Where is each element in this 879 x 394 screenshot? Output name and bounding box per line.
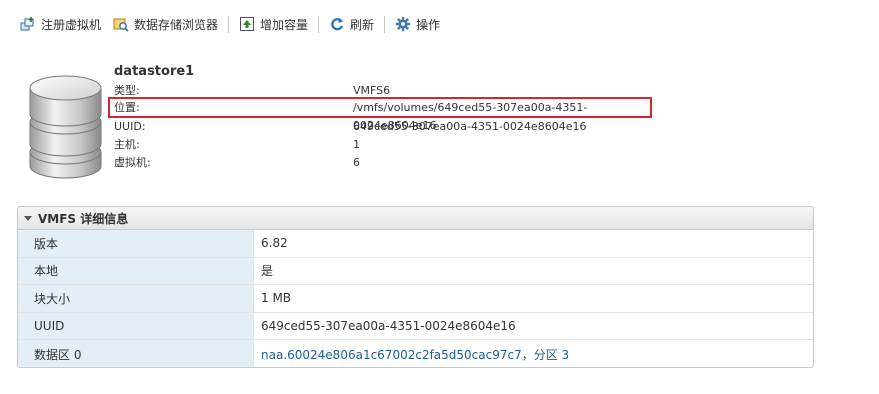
device-extent-link[interactable]: naa.60024e806a1c67002c2fa5d50cac97c7，分区 … [261,346,569,363]
collapse-caret-icon[interactable] [24,215,32,221]
increase-capacity-icon [240,17,255,31]
refresh-label: 刷新 [350,17,375,32]
toolbar-separator [318,15,320,33]
vmfs-details-title: VMFS 详细信息 [38,211,129,226]
database-icon [29,75,102,179]
toolbar-separator [228,15,230,33]
datastore-summary-page: 注册虚拟机 数据存储浏览器 增加容量 刷新 操作 datastore1 类型: … [0,0,879,394]
property-value: 1 [353,138,360,151]
property-uuid-row: UUID: 649ced55-307ea00a-4351-0024e8604e1… [114,118,654,136]
detail-key: 版本 [18,230,254,257]
refresh-icon [331,18,344,31]
table-row: 版本 6.82 [18,230,813,258]
table-row: 本地 是 [18,257,813,286]
detail-value: 是 [261,264,274,279]
detail-key: UUID [18,312,254,340]
detail-value: 6.82 [261,236,288,251]
register-vm-icon [20,17,34,31]
detail-key: 数据区 0 [18,340,254,367]
property-value: 6 [353,156,360,169]
datastore-browser-label: 数据存储浏览器 [134,17,219,32]
property-vms-row: 虚拟机: 6 [114,154,654,172]
datastore-browser-button[interactable]: 数据存储浏览器 [113,13,218,35]
table-row: 块大小 1 MB [18,285,813,313]
location-highlight-box [108,97,652,118]
increase-capacity-button[interactable]: 增加容量 [239,13,308,35]
table-row: 数据区 0 naa.60024e806a1c67002c2fa5d50cac97… [18,340,813,367]
detail-value: naa.60024e806a1c67002c2fa5d50cac97c7，分区 … [254,340,569,367]
actions-label: 操作 [416,17,441,32]
property-label: UUID: [114,120,146,133]
register-vm-button[interactable]: 注册虚拟机 [20,13,101,35]
property-hosts-row: 主机: 1 [114,136,654,154]
table-row: UUID 649ced55-307ea00a-4351-0024e8604e16 [18,312,813,341]
vmfs-details-panel: VMFS 详细信息 版本 6.82 本地 是 块大小 1 MB UUID 649… [17,206,814,368]
property-label: 主机: [114,138,140,151]
vmfs-details-header[interactable]: VMFS 详细信息 [18,207,813,230]
gear-icon [395,16,411,32]
datastore-browser-icon [113,18,129,32]
property-value: 649ced55-307ea00a-4351-0024e8604e16 [353,120,587,133]
detail-value: 649ced55-307ea00a-4351-0024e8604e16 [261,319,516,334]
refresh-button[interactable]: 刷新 [329,13,374,35]
detail-value: 1 MB [261,291,292,306]
property-label: 虚拟机: [114,156,151,169]
toolbar-separator [384,15,386,33]
detail-key: 本地 [18,257,254,285]
detail-key: 块大小 [18,285,254,312]
increase-capacity-label: 增加容量 [260,17,309,32]
register-vm-label: 注册虚拟机 [41,17,102,32]
actions-button[interactable]: 操作 [395,13,440,35]
toolbar: 注册虚拟机 数据存储浏览器 增加容量 刷新 操作 [20,13,440,35]
datastore-name: datastore1 [114,64,195,79]
